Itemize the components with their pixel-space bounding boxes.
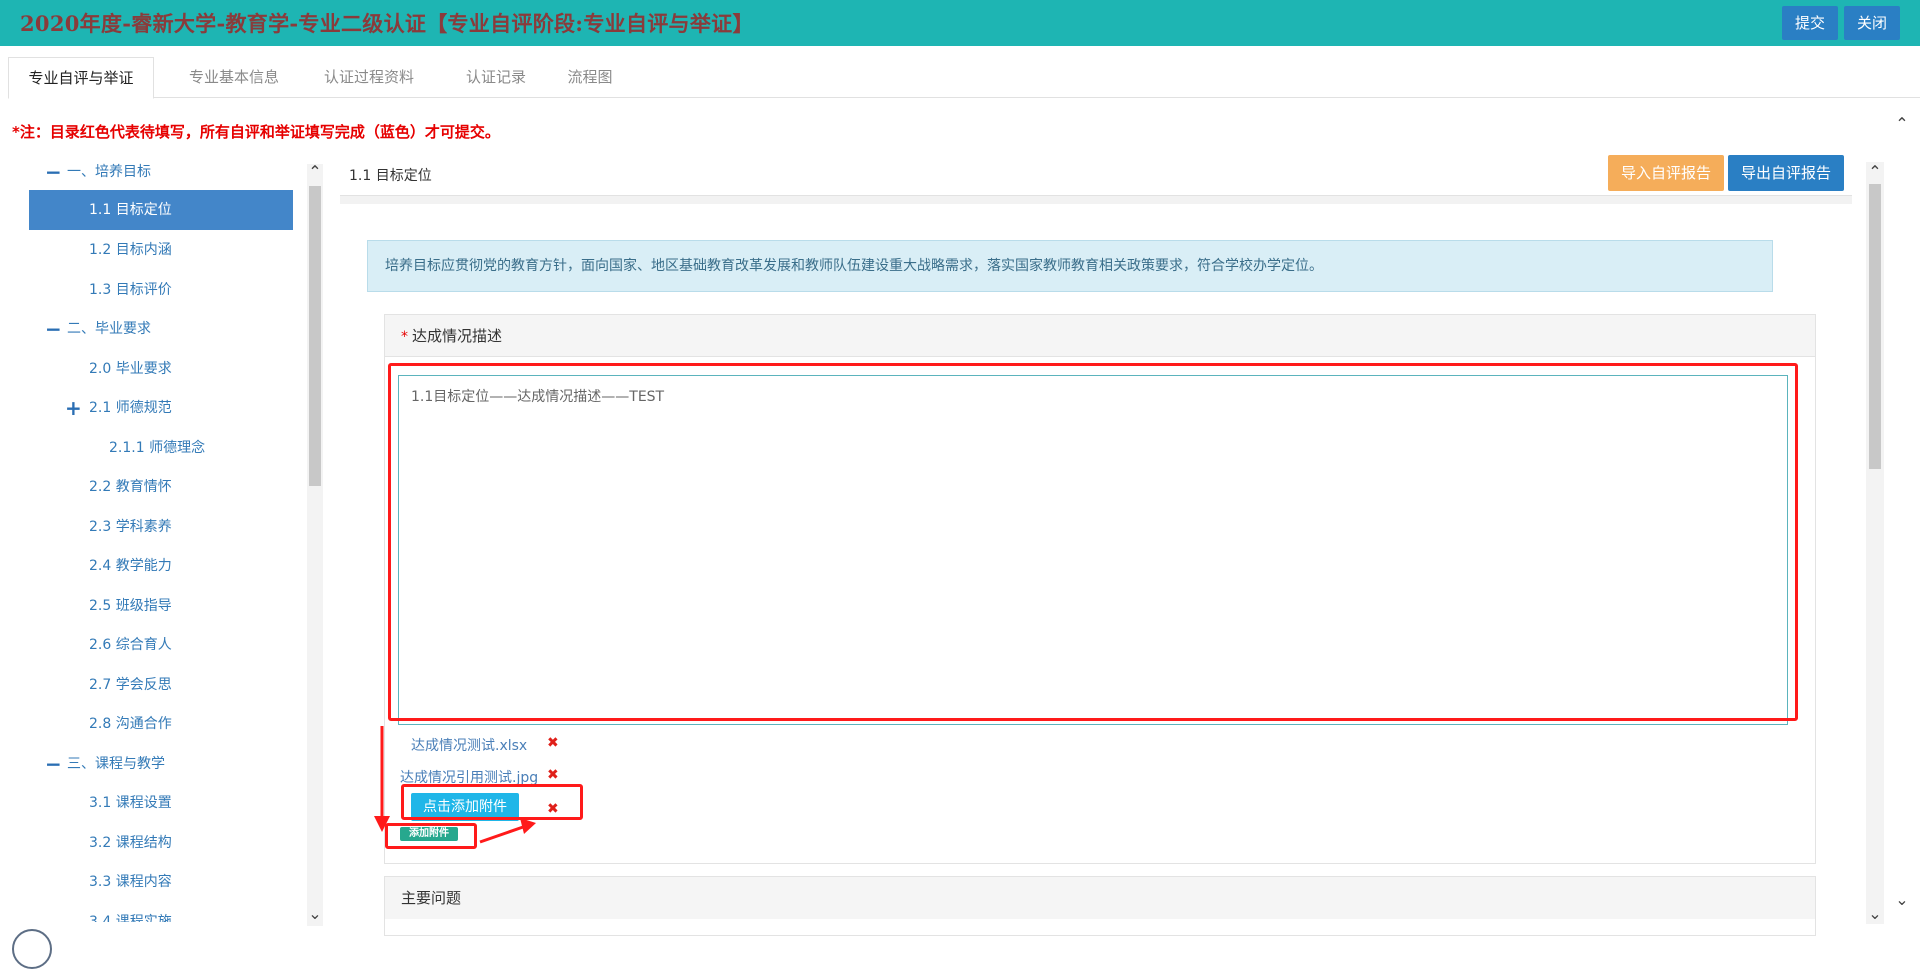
tree-node-2-6[interactable]: 2.6 综合育人 [29, 625, 293, 665]
annotation-box [388, 363, 1798, 721]
chevron-up-icon[interactable]: ⌃ [1867, 164, 1883, 180]
tree-node-label: 一、培养目标 [67, 164, 151, 180]
tree-node-3-3[interactable]: 3.3 课程内容 [29, 862, 293, 902]
tab-self-evaluation[interactable]: 专业自评与举证 [8, 57, 154, 99]
tree-node-1-1[interactable]: 1.1 目标定位 [29, 190, 293, 230]
delete-icon[interactable]: ✖ [547, 767, 559, 783]
required-mark: * [401, 329, 408, 345]
tree-node-label: 2.6 综合育人 [89, 637, 172, 653]
tree-node-curriculum[interactable]: − 三、课程与教学 [29, 744, 293, 784]
tree-node-label: 3.3 课程内容 [89, 874, 172, 890]
chevron-down-icon[interactable]: ⌄ [307, 906, 323, 922]
section-title: 主要问题 [385, 877, 1815, 919]
tree-node-label: 2.8 沟通合作 [89, 716, 172, 732]
content-scrollbar-thumb[interactable] [1869, 184, 1881, 469]
tree-node-3-1[interactable]: 3.1 课程设置 [29, 783, 293, 823]
chevron-up-icon[interactable]: ⌃ [307, 164, 323, 180]
chevron-down-icon[interactable]: ⌄ [1894, 892, 1910, 908]
tree-node-label: 2.3 学科素养 [89, 519, 172, 535]
tree-node-2-7[interactable]: 2.7 学会反思 [29, 665, 293, 705]
tree-node-graduation-requirements[interactable]: − 二、毕业要求 [29, 309, 293, 349]
tree-node-training-goals[interactable]: − 一、培养目标 [29, 152, 293, 192]
tree-node-label: 2.1 师德规范 [89, 400, 172, 416]
tree-node-3-4[interactable]: 3.4 课程实施 [29, 902, 293, 922]
import-report-button[interactable]: 导入自评报告 [1608, 155, 1724, 191]
collapse-icon[interactable]: − [45, 152, 62, 192]
notice-text: *注：目录红色代表待填写，所有自评和举证填写完成（蓝色）才可提交。 [12, 123, 500, 141]
collapse-icon[interactable]: − [45, 744, 62, 784]
tree-node-1-3[interactable]: 1.3 目标评价 [29, 270, 293, 310]
export-report-button[interactable]: 导出自评报告 [1728, 155, 1844, 191]
tree-node-label: 2.5 班级指导 [89, 598, 172, 614]
tab-process-materials[interactable]: 认证过程资料 [306, 57, 432, 98]
content-scrollbar[interactable] [1866, 162, 1884, 924]
standard-info-box: 培养目标应贯彻党的教育方针，面向国家、地区基础教育改革发展和教师队伍建设重大战略… [367, 240, 1773, 292]
tree-node-label: 3.4 课程实施 [89, 914, 172, 922]
top-bar: 2020年度-睿新大学-教育学-专业二级认证【专业自评阶段:专业自评与举证】 提… [0, 0, 1920, 46]
tree-node-1-2[interactable]: 1.2 目标内涵 [29, 230, 293, 270]
tab-bar: 专业自评与举证 专业基本信息 认证过程资料 认证记录 流程图 [8, 57, 1920, 99]
tree-node-label: 二、毕业要求 [67, 321, 151, 337]
tree-node-label: 2.4 教学能力 [89, 558, 172, 574]
tree-node-label: 1.2 目标内涵 [89, 242, 172, 258]
collapse-icon[interactable]: − [45, 309, 62, 349]
tree-node-label: 3.1 课程设置 [89, 795, 172, 811]
tree-node-label: 1.3 目标评价 [89, 282, 172, 298]
chevron-down-icon[interactable]: ⌄ [1867, 906, 1883, 922]
section-header: * 达成情况描述 [385, 315, 1815, 357]
page-scrollbar[interactable] [1890, 113, 1914, 923]
tree-scrollbar[interactable] [307, 164, 323, 926]
section-title: 达成情况描述 [412, 327, 503, 345]
panel-title: 1.1 目标定位 [349, 168, 432, 184]
tree-node-label: 3.2 课程结构 [89, 835, 172, 851]
catalog-tree: − 一、培养目标 1.1 目标定位 1.2 目标内涵 1.3 目标评价 − 二、… [29, 152, 293, 922]
tree-node-2-1-1[interactable]: 2.1.1 师德理念 [29, 428, 293, 468]
tree-node-2-3[interactable]: 2.3 学科素养 [29, 507, 293, 547]
tree-node-2-8[interactable]: 2.8 沟通合作 [29, 704, 293, 744]
tree-node-label: 1.1 目标定位 [89, 202, 172, 218]
chevron-up-icon[interactable]: ⌃ [1894, 116, 1910, 132]
tree-node-label: 2.1.1 师德理念 [109, 440, 206, 456]
submit-button[interactable]: 提交 [1782, 6, 1838, 40]
panel-header: 1.1 目标定位 导入自评报告 导出自评报告 [340, 150, 1852, 196]
page-title: 2020年度-睿新大学-教育学-专业二级认证【专业自评阶段:专业自评与举证】 [20, 11, 754, 36]
tree-node-2-2[interactable]: 2.2 教育情怀 [29, 467, 293, 507]
tree-node-2-1[interactable]: + 2.1 师德规范 [29, 388, 293, 428]
tree-node-label: 2.7 学会反思 [89, 677, 172, 693]
tree-node-2-5[interactable]: 2.5 班级指导 [29, 586, 293, 626]
tree-node-2-4[interactable]: 2.4 教学能力 [29, 546, 293, 586]
tree-node-2-0[interactable]: 2.0 毕业要求 [29, 349, 293, 389]
tab-basic-info[interactable]: 专业基本信息 [168, 57, 300, 98]
tab-flowchart[interactable]: 流程图 [554, 57, 626, 98]
tree-node-label: 三、课程与教学 [67, 756, 165, 772]
tree-node-3-2[interactable]: 3.2 课程结构 [29, 823, 293, 863]
delete-icon[interactable]: ✖ [547, 735, 559, 751]
tree-scrollbar-thumb[interactable] [309, 186, 321, 486]
expand-icon[interactable]: + [65, 388, 82, 428]
avatar[interactable] [12, 929, 52, 969]
annotation-arrow-icon [374, 726, 536, 844]
close-button[interactable]: 关闭 [1844, 6, 1900, 40]
tree-node-label: 2.0 毕业要求 [89, 361, 172, 377]
tree-node-label: 2.2 教育情怀 [89, 479, 172, 495]
tab-records[interactable]: 认证记录 [448, 57, 544, 98]
main-issues-section: 主要问题 [384, 876, 1816, 936]
